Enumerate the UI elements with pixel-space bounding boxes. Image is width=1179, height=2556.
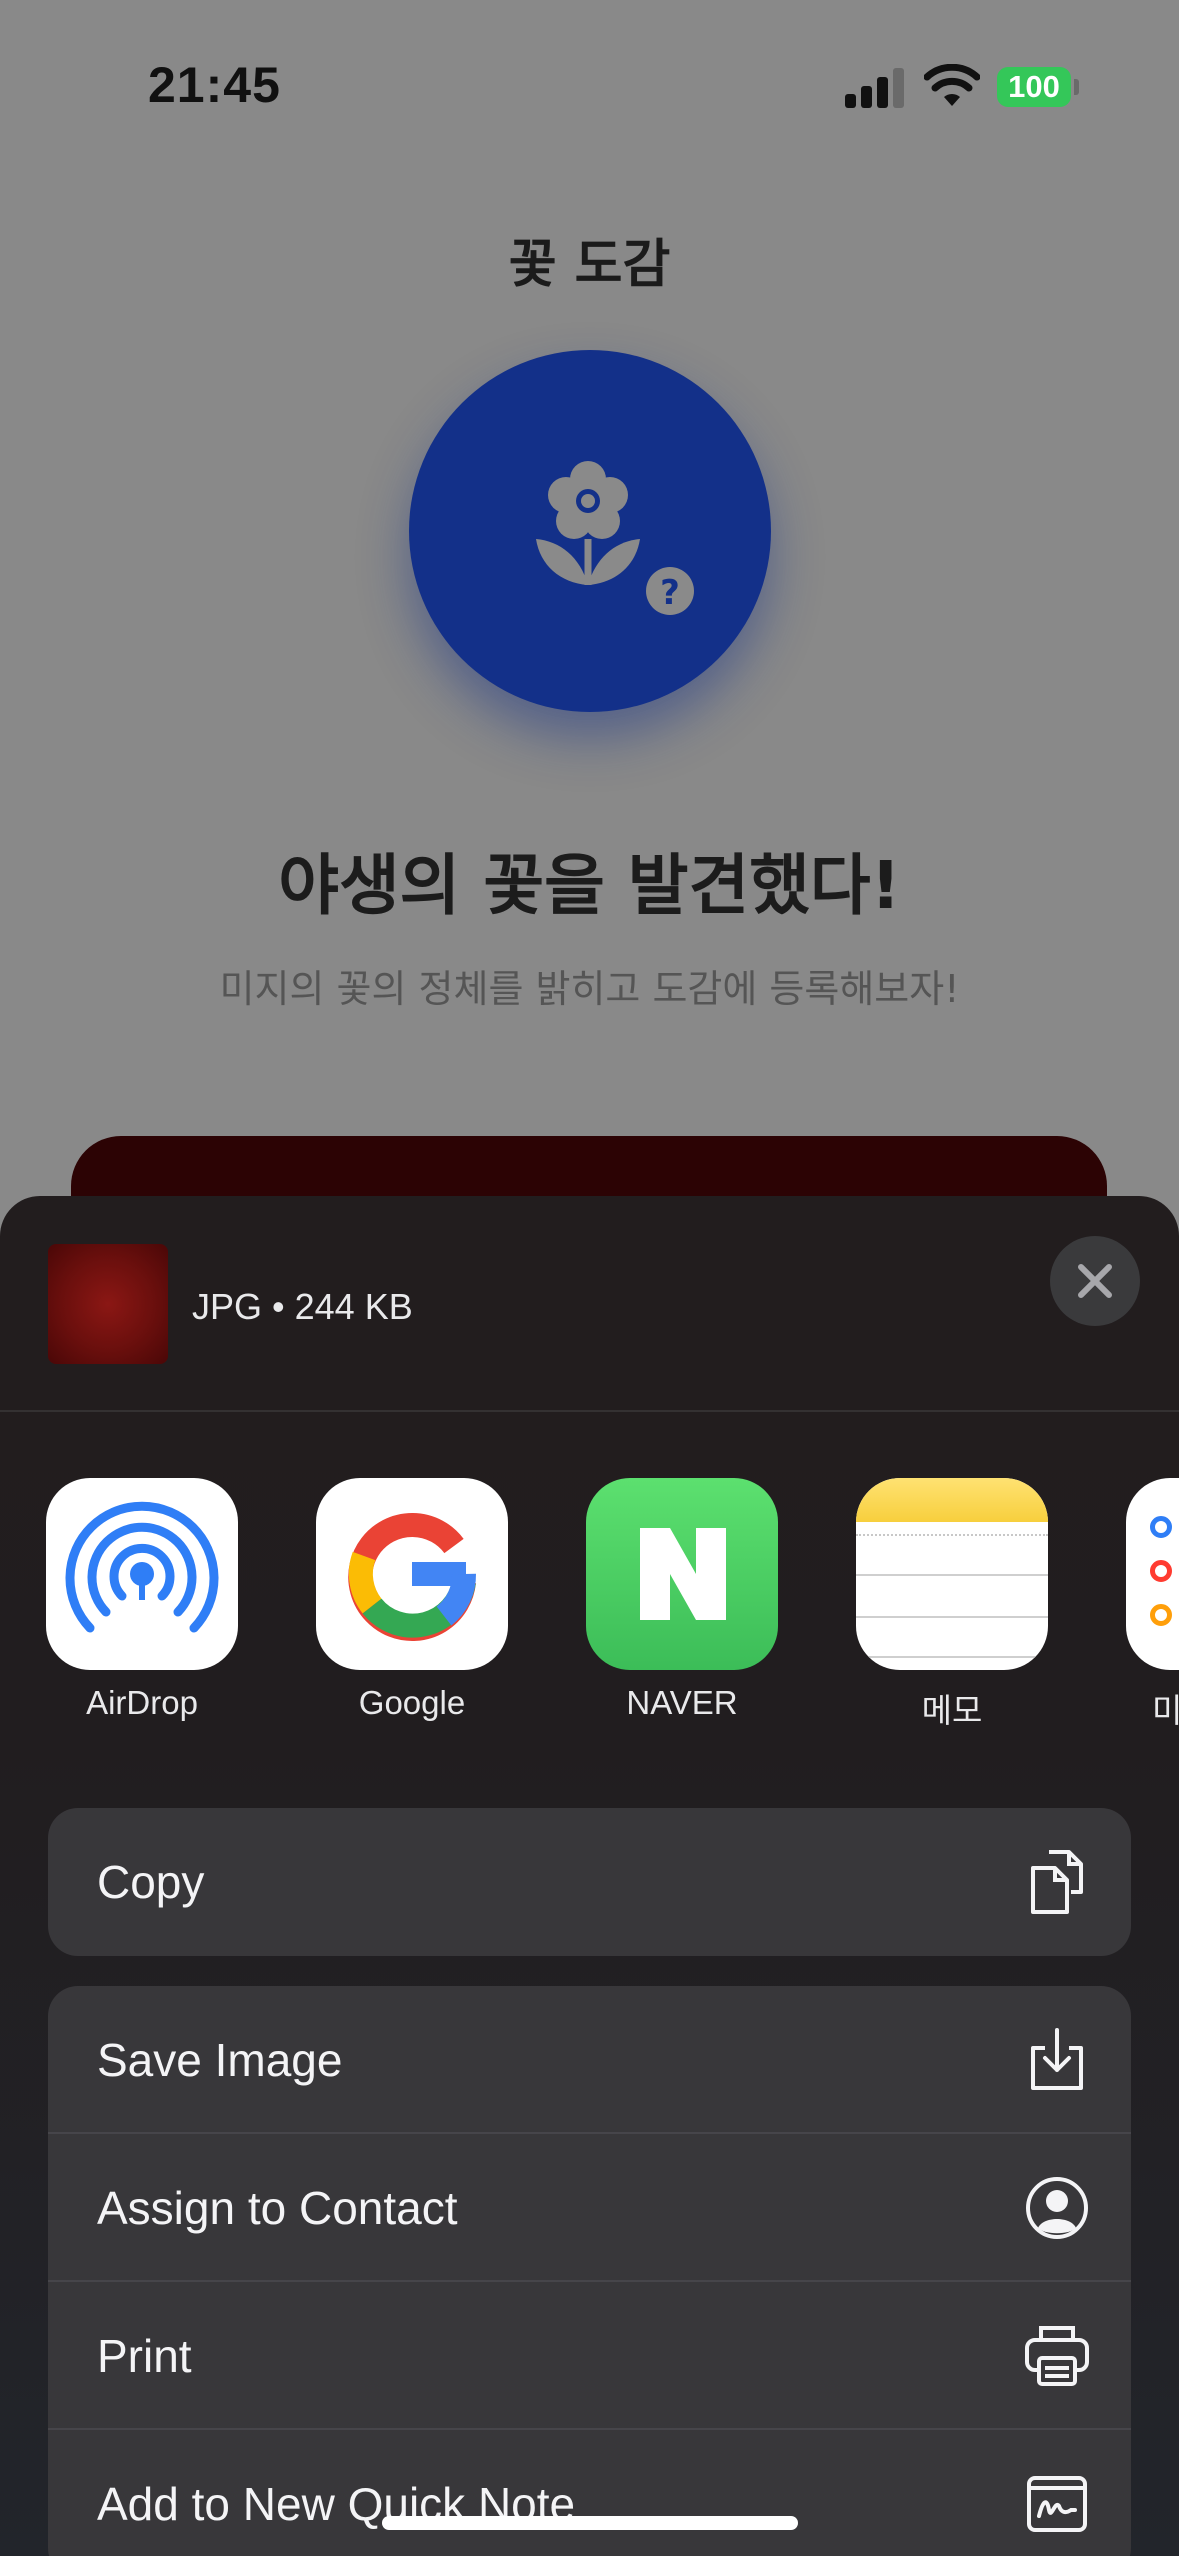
contact-icon <box>1026 2177 1088 2239</box>
close-icon <box>1078 1264 1112 1298</box>
action-add-to-new-quick-note[interactable]: Add to New Quick Note <box>48 2430 1131 2556</box>
action-copy[interactable]: Copy <box>48 1808 1131 1956</box>
wifi-icon <box>924 64 980 106</box>
action-label: Assign to Contact <box>97 2182 458 2234</box>
share-app-label: AirDrop <box>86 1684 198 1721</box>
printer-icon <box>1025 2326 1089 2386</box>
airdrop-icon <box>46 1478 238 1670</box>
actions-group: Save Image Assign to Contact Print Add t… <box>48 1986 1131 2556</box>
image-thumbnail <box>48 1244 168 1364</box>
action-print[interactable]: Print <box>48 2282 1131 2430</box>
share-app-notes[interactable]: 메모 <box>856 1478 1048 1732</box>
share-app-reminders[interactable]: 미 <box>1126 1478 1179 1732</box>
copy-action-group: Copy <box>48 1808 1131 1956</box>
action-assign-to-contact[interactable]: Assign to Contact <box>48 2134 1131 2282</box>
app-title: 꽃 도감 <box>508 235 671 295</box>
naver-icon <box>586 1478 778 1670</box>
share-sheet: JPG • 244 KB AirDrop Google NAVER 메모 미 C… <box>0 1196 1179 2556</box>
battery-cap <box>1074 79 1079 95</box>
action-label: Print <box>97 2330 192 2382</box>
share-apps-row: AirDrop Google NAVER 메모 미 <box>0 1478 1179 1738</box>
cellular-signal-icon <box>845 68 907 108</box>
share-app-airdrop[interactable]: AirDrop <box>46 1478 238 1722</box>
flower-question-icon: ? <box>536 461 694 615</box>
save-image-icon <box>1031 2028 1083 2090</box>
share-app-google[interactable]: Google <box>316 1478 508 1722</box>
home-indicator[interactable] <box>382 2516 798 2530</box>
share-app-label: 미 <box>1152 1692 1179 1729</box>
share-sheet-header: JPG • 244 KB <box>0 1196 1179 1412</box>
status-time: 21:45 <box>148 57 281 113</box>
reminders-icon <box>1126 1478 1179 1670</box>
action-label: Add to New Quick Note <box>97 2478 576 2530</box>
google-icon <box>316 1478 508 1670</box>
file-info: JPG • 244 KB <box>192 1286 413 1327</box>
headline: 야생의 꽃을 발견했다! <box>278 847 901 924</box>
battery-indicator: 100 <box>997 67 1071 107</box>
share-app-label: NAVER <box>626 1684 738 1721</box>
share-app-label: 메모 <box>921 1692 983 1729</box>
svg-text:?: ? <box>660 573 680 613</box>
notes-icon <box>856 1478 1048 1670</box>
copy-icon <box>1031 1850 1083 1914</box>
status-bar: 21:45 100 <box>0 0 1179 170</box>
share-app-label: Google <box>358 1684 466 1721</box>
quick-note-icon <box>1027 2476 1087 2532</box>
action-save-image[interactable]: Save Image <box>48 1986 1131 2134</box>
action-label: Copy <box>97 1856 205 1908</box>
share-app-naver[interactable]: NAVER <box>586 1478 778 1722</box>
close-button[interactable] <box>1050 1236 1140 1326</box>
subline: 미지의 꽃의 정체를 밝히고 도감에 등록해보자! <box>219 967 960 1011</box>
action-label: Save Image <box>97 2034 343 2086</box>
